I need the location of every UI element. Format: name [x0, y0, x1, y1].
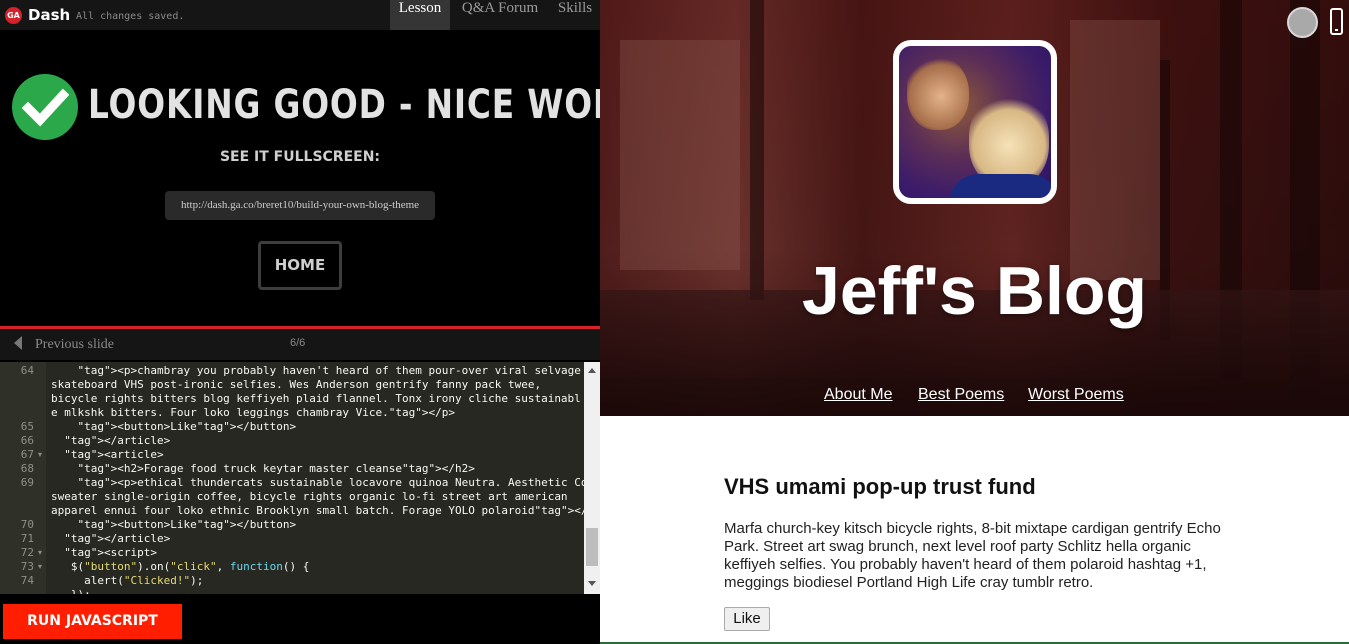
chevron-left-icon[interactable]	[14, 336, 22, 350]
lesson-pane: GA Dash All changes saved. Lesson Q&A Fo…	[0, 0, 600, 644]
code-line[interactable]: sweater single-origin coffee, bicycle ri…	[51, 490, 568, 503]
slide-counter: 6/6	[290, 337, 306, 349]
top-bar: GA Dash All changes saved. Lesson Q&A Fo…	[0, 0, 600, 30]
post-title: VHS umami pop-up trust fund	[724, 474, 1036, 499]
line-number: 66	[20, 434, 34, 447]
scroll-down-arrow-icon[interactable]	[588, 581, 596, 586]
fullscreen-url-field[interactable]: http://dash.ga.co/breret10/build-your-ow…	[165, 191, 435, 220]
line-number: 74	[20, 574, 34, 587]
see-fullscreen-label: SEE IT FULLSCREEN:	[219, 149, 381, 165]
line-number: 67	[20, 448, 34, 461]
avatar	[893, 40, 1057, 204]
like-button[interactable]: Like	[724, 607, 770, 631]
fold-arrow-icon[interactable]: ▾	[38, 450, 42, 459]
blog-title: Jeff's Blog	[802, 253, 1147, 329]
mobile-preview-icon[interactable]	[1330, 8, 1343, 35]
nav-link-about-me[interactable]: About Me	[824, 386, 892, 404]
code-line[interactable]: "tag"><script>	[51, 546, 157, 559]
nav-link-best-poems[interactable]: Best Poems	[918, 386, 1004, 404]
code-line[interactable]: e mlkshk bitters. Four loko leggings cha…	[51, 406, 455, 419]
scrollbar-thumb[interactable]	[586, 528, 598, 566]
code-line[interactable]: "tag"></article>	[51, 434, 170, 447]
home-button[interactable]: HOME	[258, 241, 342, 290]
code-line[interactable]: alert("Clicked!");	[51, 574, 203, 587]
line-number: 71	[20, 532, 34, 545]
code-line[interactable]: "tag"><p>chambray you probably haven't h…	[51, 364, 601, 377]
code-line[interactable]: "tag"></article>	[51, 532, 170, 545]
ga-logo: GA	[5, 7, 22, 24]
post-body: Marfa church-key kitsch bicycle rights, …	[724, 520, 1221, 591]
app-name: Dash	[28, 6, 71, 24]
code-line[interactable]: "tag"><article>	[51, 448, 163, 461]
preview-pane: Jeff's Blog About Me Best Poems Worst Po…	[600, 0, 1349, 644]
code-line[interactable]: "tag"><button>Like"tag"></button>	[51, 420, 297, 433]
previous-slide-link[interactable]: Previous slide	[35, 337, 114, 353]
tab-skills[interactable]: Skills	[550, 0, 600, 30]
run-javascript-button[interactable]: RUN JAVASCRIPT	[3, 604, 182, 639]
blog-header: Jeff's Blog About Me Best Poems Worst Po…	[600, 0, 1349, 416]
code-line[interactable]: skateboard VHS post-ironic selfies. Wes …	[51, 378, 541, 391]
save-status: All changes saved.	[76, 11, 185, 22]
scroll-up-arrow-icon[interactable]	[588, 368, 596, 373]
tab-lesson[interactable]: Lesson	[390, 0, 450, 30]
code-editor[interactable]: 64 "tag"><p>chambray you probably haven'…	[0, 362, 600, 594]
fold-arrow-icon[interactable]: ▾	[38, 548, 42, 557]
line-number: 69	[20, 476, 34, 489]
code-line[interactable]: "tag"><button>Like"tag"></button>	[51, 518, 297, 531]
line-number: 68	[20, 462, 34, 475]
code-line[interactable]: apparel ennui four loko ethnic Brooklyn …	[51, 504, 600, 517]
line-number: 65	[20, 420, 34, 433]
checkmark-icon	[12, 74, 78, 140]
code-line[interactable]: bicycle rights bitters blog keffiyeh pla…	[51, 392, 581, 405]
slide-nav-bar: Previous slide 6/6	[0, 329, 600, 360]
line-number: 72	[20, 546, 34, 559]
code-line[interactable]: "tag"><p>ethical thundercats sustainable…	[51, 476, 601, 489]
fold-arrow-icon[interactable]: ▾	[38, 562, 42, 571]
code-line[interactable]: $("button").on("click", function() {	[51, 560, 309, 573]
line-number: 70	[20, 518, 34, 531]
success-headline: LOOKING GOOD - NICE WORK!	[88, 82, 600, 128]
nav-link-worst-poems[interactable]: Worst Poems	[1028, 386, 1124, 404]
tab-qa-forum[interactable]: Q&A Forum	[455, 0, 545, 30]
avatar-circle-button[interactable]	[1287, 7, 1318, 38]
line-number: 73	[20, 560, 34, 573]
line-number: 64	[20, 364, 34, 377]
code-line[interactable]: "tag"><h2>Forage food truck keytar maste…	[51, 462, 475, 475]
